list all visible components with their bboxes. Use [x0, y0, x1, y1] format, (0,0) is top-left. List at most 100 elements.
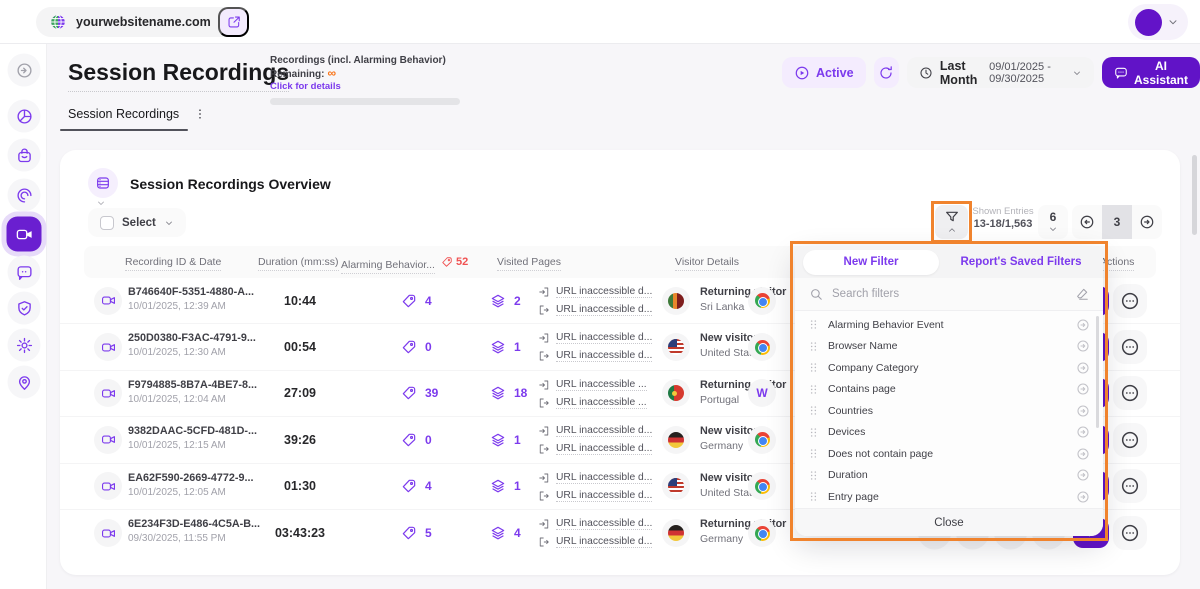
period-label: Last Month	[940, 59, 982, 87]
tab-session-recordings[interactable]: Session Recordings	[68, 107, 207, 121]
country-flag-icon	[662, 379, 690, 407]
refresh-icon	[878, 65, 894, 81]
arrow-right-circle-icon[interactable]	[1076, 447, 1090, 461]
exit-page-icon	[538, 397, 550, 409]
drag-handle-icon[interactable]	[808, 470, 819, 481]
arrow-right-circle-icon[interactable]	[1076, 425, 1090, 439]
filter-item[interactable]: Countries	[795, 400, 1103, 422]
sidebar-item-session-recordings[interactable]	[7, 217, 42, 252]
sidebar-item-dashboard[interactable]	[8, 100, 41, 133]
recording-date: 09/30/2025, 11:55 PM	[128, 533, 260, 544]
sidebar-item-journeys[interactable]	[8, 366, 41, 399]
row-more-button[interactable]	[1113, 376, 1147, 410]
recording-camera-icon	[94, 519, 122, 547]
select-checkbox[interactable]	[100, 216, 114, 230]
layers-icon	[490, 525, 506, 541]
arrow-right-circle-icon[interactable]	[1076, 490, 1090, 504]
flag	[668, 432, 684, 448]
filter-item[interactable]: Duration	[795, 465, 1103, 487]
drag-handle-icon[interactable]	[808, 384, 819, 395]
prev-page-button[interactable]	[1072, 205, 1102, 239]
entry-url: URL inaccessible d...	[556, 472, 652, 484]
col-visitor-details[interactable]: Visitor Details	[675, 256, 739, 268]
filter-item-label: Company Category	[828, 362, 918, 374]
browser-icon	[748, 472, 776, 500]
sidebar-item-collapse[interactable]	[8, 54, 41, 87]
open-website-button[interactable]	[218, 7, 249, 37]
filter-panel-tabs: New Filter Report's Saved Filters	[795, 246, 1103, 278]
filter-item[interactable]: Browser Name	[795, 336, 1103, 358]
dataset-icon[interactable]	[88, 168, 118, 198]
arrow-right-circle-icon[interactable]	[1076, 339, 1090, 353]
pages-count: 2	[514, 294, 521, 308]
chevron-down-icon[interactable]	[96, 198, 106, 208]
col-duration[interactable]: Duration (mm:ss)	[258, 256, 339, 268]
tab-new-filter[interactable]: New Filter	[803, 250, 939, 275]
country-flag-icon	[662, 472, 690, 500]
drag-handle-icon[interactable]	[808, 491, 819, 502]
search-filters-input[interactable]	[832, 288, 1066, 300]
shown-entries: Shown Entries 13-18/1,563	[972, 206, 1034, 230]
browser-w-badge: W	[756, 386, 767, 400]
arrow-right-circle-icon[interactable]	[1076, 382, 1090, 396]
row-more-button[interactable]	[1113, 469, 1147, 503]
drag-handle-icon[interactable]	[808, 448, 819, 459]
sidebar-item-conversions[interactable]	[8, 139, 41, 172]
page-size-selector[interactable]: 6	[1038, 205, 1068, 239]
layers-icon	[490, 478, 506, 494]
col-actions[interactable]: Actions	[1100, 256, 1134, 268]
filter-item[interactable]: Alarming Behavior Event	[795, 314, 1103, 336]
row-more-button[interactable]	[1113, 516, 1147, 550]
filter-item[interactable]: Devices	[795, 422, 1103, 444]
refresh-button[interactable]	[874, 57, 899, 88]
drag-handle-icon[interactable]	[808, 427, 819, 438]
entry-url: URL inaccessible ...	[556, 379, 647, 391]
alarm-tag-icon	[401, 339, 417, 355]
date-range-selector[interactable]: Last Month 09/01/2025 - 09/30/2025	[907, 57, 1094, 88]
browser-icon: W	[748, 379, 776, 407]
next-page-button[interactable]	[1132, 205, 1162, 239]
tab-saved-filters[interactable]: Report's Saved Filters	[939, 256, 1103, 268]
clear-filters-icon[interactable]	[1075, 287, 1089, 301]
heatmaps-icon	[15, 186, 33, 204]
filter-list-scrollbar[interactable]	[1096, 316, 1099, 428]
drag-handle-icon[interactable]	[808, 405, 819, 416]
select-dropdown[interactable]: Select	[88, 208, 186, 237]
user-menu[interactable]	[1128, 4, 1188, 40]
filter-button[interactable]	[935, 205, 968, 239]
browser-icon	[748, 519, 776, 547]
chevron-up-icon	[947, 225, 957, 235]
filter-item[interactable]: Entry page	[795, 486, 1103, 508]
col-recording-id[interactable]: Recording ID & Date	[125, 256, 221, 268]
filter-item[interactable]: Contains page	[795, 379, 1103, 401]
page-scrollbar[interactable]	[1192, 155, 1197, 235]
collapse-icon	[15, 61, 33, 79]
date-range-value: 09/01/2025 - 09/30/2025	[989, 61, 1065, 85]
col-alarming[interactable]: Alarming Behavior...52	[341, 256, 468, 271]
filter-item[interactable]: Company Category	[795, 357, 1103, 379]
ai-assistant-button[interactable]: AI Assistant	[1102, 57, 1200, 88]
drag-handle-icon[interactable]	[808, 362, 819, 373]
active-filter-button[interactable]: Active	[782, 57, 866, 88]
arrow-right-circle-icon[interactable]	[1076, 361, 1090, 375]
filter-item[interactable]: Does not contain page	[795, 443, 1103, 465]
row-more-button[interactable]	[1113, 284, 1147, 318]
arrow-right-circle-icon[interactable]	[1076, 468, 1090, 482]
sidebar-item-privacy[interactable]	[8, 292, 41, 325]
row-more-button[interactable]	[1113, 330, 1147, 364]
drag-handle-icon[interactable]	[808, 341, 819, 352]
tab-menu-icon[interactable]	[193, 107, 207, 121]
row-more-button[interactable]	[1113, 423, 1147, 457]
click-for-details-link[interactable]: Click for details	[270, 81, 470, 92]
header-actions: Active Last Month 09/01/2025 - 09/30/202…	[782, 57, 1200, 88]
col-visited-pages[interactable]: Visited Pages	[497, 256, 561, 268]
drag-handle-icon[interactable]	[808, 319, 819, 330]
arrow-right-circle-icon[interactable]	[1076, 318, 1090, 332]
sidebar-item-feedback[interactable]	[8, 256, 41, 289]
sidebar-item-settings[interactable]	[8, 329, 41, 362]
filter-close-button[interactable]: Close	[795, 508, 1103, 536]
filter-item-label: Contains page	[828, 383, 896, 395]
sidebar-item-heatmaps[interactable]	[8, 179, 41, 212]
website-selector[interactable]: yourwebsitename.com	[36, 7, 245, 37]
arrow-right-circle-icon[interactable]	[1076, 404, 1090, 418]
